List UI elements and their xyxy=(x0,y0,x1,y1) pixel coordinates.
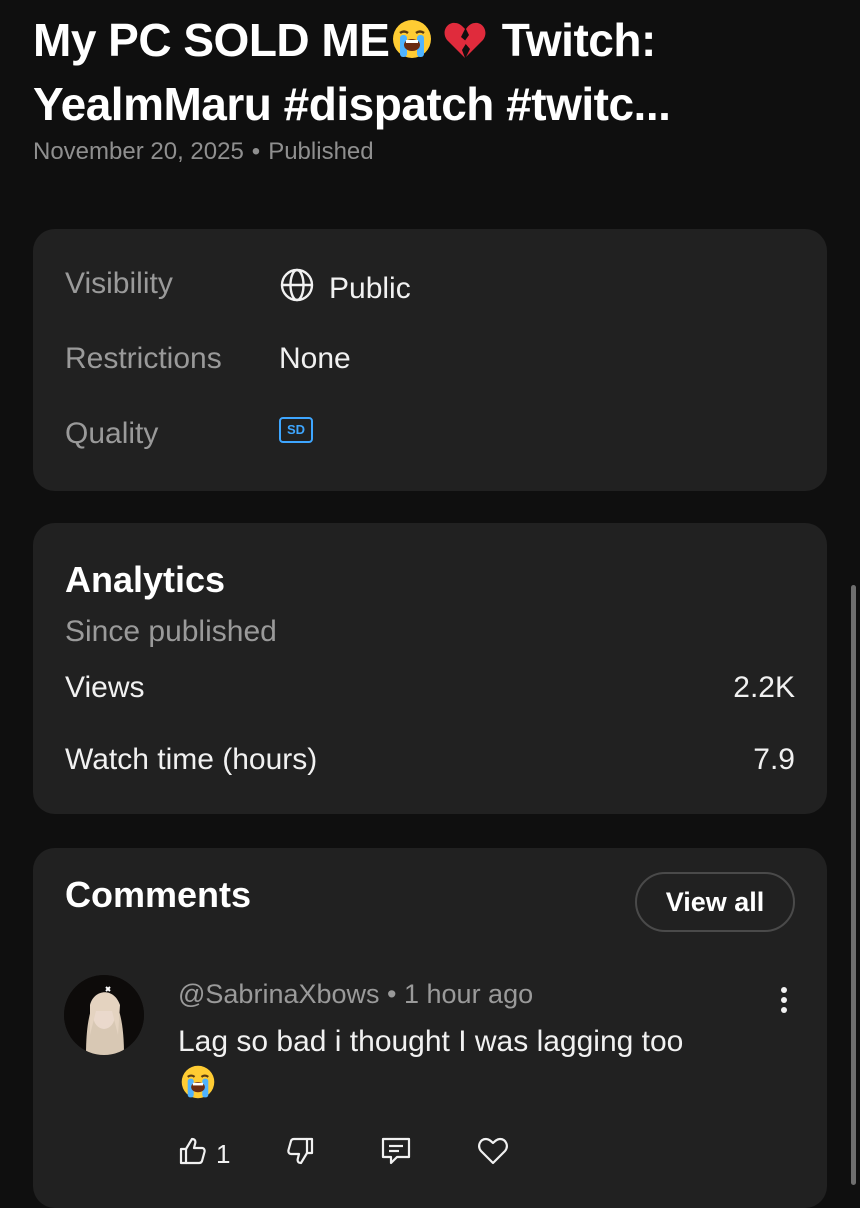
dislike-button[interactable] xyxy=(285,1136,315,1173)
broken-heart-icon xyxy=(443,14,487,74)
globe-icon xyxy=(279,267,315,311)
watch-time-value: 7.9 xyxy=(753,743,795,776)
like-count: 1 xyxy=(216,1139,231,1169)
views-stat: Views 2.2K xyxy=(65,671,795,705)
loudly-crying-face-icon xyxy=(180,1064,216,1113)
like-button[interactable]: 1 xyxy=(178,1136,230,1173)
comments-title: Comments xyxy=(65,874,252,915)
meta-separator: • xyxy=(251,138,261,165)
comment-meta: @SabrinaXbows • 1 hour ago xyxy=(178,979,533,1010)
heart-button[interactable] xyxy=(477,1136,509,1173)
comment-time: 1 hour ago xyxy=(404,979,534,1009)
title-line-2: YealmMaru #dispatch #twitc... xyxy=(33,78,671,130)
restrictions-label: Restrictions xyxy=(65,342,222,375)
comment-text: Lag so bad i thought I was lagging too xyxy=(178,1020,778,1113)
title-text-1: My PC SOLD ME xyxy=(33,14,390,66)
comment-body: Lag so bad i thought I was lagging too xyxy=(178,1025,684,1058)
heart-icon xyxy=(477,1136,509,1173)
title-suffix: Twitch: xyxy=(501,14,657,66)
more-options-icon[interactable] xyxy=(779,986,789,1014)
watch-time-stat: Watch time (hours) 7.9 xyxy=(65,743,795,777)
analytics-subtitle: Since published xyxy=(65,615,277,648)
visibility-value[interactable]: Public xyxy=(279,267,411,311)
video-meta: November 20, 2025 • Published xyxy=(33,138,374,166)
comments-card: Comments View all @SabrinaXbows • 1 hour… xyxy=(33,848,827,1208)
view-all-button[interactable]: View all xyxy=(635,872,795,932)
quality-value: SD xyxy=(279,417,313,443)
scrollbar[interactable] xyxy=(851,585,856,1185)
thumbs-up-icon xyxy=(178,1136,208,1173)
sd-quality-badge: SD xyxy=(279,417,313,443)
analytics-card[interactable]: Analytics Since published Views 2.2K Wat… xyxy=(33,523,827,814)
comment-author[interactable]: @SabrinaXbows xyxy=(178,979,380,1009)
watch-time-label: Watch time (hours) xyxy=(65,743,318,776)
analytics-title: Analytics xyxy=(65,559,226,600)
visibility-label: Visibility xyxy=(65,267,173,300)
publish-date: November 20, 2025 xyxy=(33,138,244,165)
comment-actions: 1 xyxy=(178,1136,509,1173)
visibility-text: Public xyxy=(329,272,411,305)
reply-icon xyxy=(380,1136,412,1173)
details-card: Visibility Public Restrictions None Qual… xyxy=(33,229,827,491)
comment-separator: • xyxy=(387,979,404,1009)
avatar[interactable] xyxy=(64,975,144,1055)
views-value: 2.2K xyxy=(733,671,795,704)
restrictions-value: None xyxy=(279,342,351,375)
reply-button[interactable] xyxy=(380,1136,412,1173)
publish-status: Published xyxy=(268,138,374,165)
quality-label: Quality xyxy=(65,417,159,450)
video-title: My PC SOLD ME Twitch: YealmMaru #dispatc… xyxy=(33,10,833,134)
loudly-crying-face-icon xyxy=(391,14,433,74)
thumbs-down-icon xyxy=(285,1136,315,1173)
views-label: Views xyxy=(65,671,145,704)
title-line-1: My PC SOLD ME Twitch: xyxy=(33,10,833,74)
